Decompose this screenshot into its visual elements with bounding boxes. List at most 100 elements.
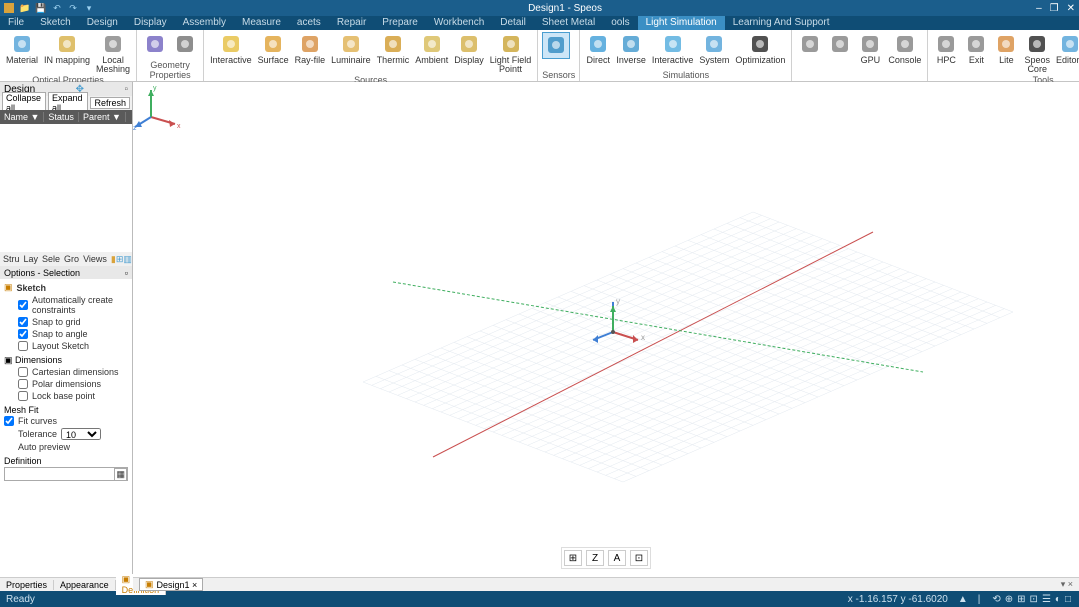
maximize-button[interactable]: ❐ bbox=[1050, 3, 1059, 14]
column-name[interactable]: Name ▼ bbox=[0, 112, 44, 122]
checkbox-polar[interactable] bbox=[18, 379, 28, 389]
ribbon-display-button[interactable]: Display bbox=[452, 32, 486, 66]
view-triad[interactable]: x y z bbox=[133, 82, 183, 132]
ribbon-console-button[interactable]: Console bbox=[886, 32, 923, 66]
document-tab[interactable]: ▣ Design1 × bbox=[139, 578, 203, 591]
menu-tab-learning-and-support[interactable]: Learning And Support bbox=[725, 16, 838, 30]
refresh-button[interactable]: Refresh bbox=[90, 97, 130, 109]
column-status[interactable]: Status bbox=[44, 112, 79, 122]
options-pin-icon[interactable]: ▫ bbox=[125, 268, 128, 278]
ribbon-geometry-button[interactable] bbox=[171, 32, 199, 57]
view-tab-sele[interactable]: Sele bbox=[42, 254, 60, 264]
column-parent[interactable]: Parent ▼ bbox=[79, 112, 126, 122]
open-icon[interactable]: 📁 bbox=[20, 3, 30, 13]
ribbon-geometry-button[interactable] bbox=[141, 32, 169, 57]
ribbon-inverse-button[interactable]: Inverse bbox=[614, 32, 648, 66]
menu-tab-assembly[interactable]: Assembly bbox=[175, 16, 234, 30]
ribbon-ambient-button[interactable]: Ambient bbox=[413, 32, 450, 66]
definition-browse-icon[interactable]: ▦ bbox=[114, 468, 127, 481]
dimensions-section[interactable]: ▣ Dimensions bbox=[4, 352, 128, 366]
menu-tab-prepare[interactable]: Prepare bbox=[374, 16, 426, 30]
tree-body[interactable] bbox=[0, 124, 132, 252]
minimize-button[interactable]: – bbox=[1036, 3, 1042, 14]
ribbon-optimization-button[interactable]: Optimization bbox=[733, 32, 787, 66]
menu-tab-sheet-metal[interactable]: Sheet Metal bbox=[534, 16, 603, 30]
view-mode-icons[interactable]: ▮⊞▥ bbox=[111, 254, 132, 265]
menu-tab-ools[interactable]: ools bbox=[603, 16, 637, 30]
view-tab-stru[interactable]: Stru bbox=[3, 254, 20, 264]
ribbon-hpc-button[interactable]: HPC bbox=[932, 32, 960, 66]
checkbox-cartesian[interactable] bbox=[18, 367, 28, 377]
view-tab-lay[interactable]: Lay bbox=[24, 254, 39, 264]
checkbox-snap_grid[interactable] bbox=[18, 317, 28, 327]
bottom-tab-properties[interactable]: Properties bbox=[0, 580, 54, 590]
ribbon-speos-button[interactable]: Speos Core bbox=[1022, 32, 1052, 75]
ribbon-local-button[interactable]: Local Meshing bbox=[94, 32, 132, 75]
qat-dropdown-icon[interactable]: ▾ bbox=[84, 3, 94, 13]
close-button[interactable]: ✕ bbox=[1067, 3, 1075, 14]
ribbon-surface-button[interactable]: Surface bbox=[256, 32, 291, 66]
ribbon-sensors-button[interactable] bbox=[542, 32, 570, 59]
ribbon-direct-button[interactable]: Direct bbox=[584, 32, 612, 66]
ribbon-interactive-button[interactable]: Interactive bbox=[208, 32, 254, 66]
view-control-button[interactable]: Z bbox=[586, 550, 604, 566]
checkbox-snap_angle[interactable] bbox=[18, 329, 28, 339]
menu-tab-detail[interactable]: Detail bbox=[492, 16, 534, 30]
ribbon-editors-button[interactable]: Editors bbox=[1054, 32, 1079, 66]
ribbon-lite-button[interactable]: Lite bbox=[992, 32, 1020, 66]
options-body: ▣Sketch Automatically create constraints… bbox=[0, 279, 132, 577]
status-icon[interactable]: ◐ bbox=[1055, 594, 1061, 605]
ribbon-luminaire-button[interactable]: Luminaire bbox=[329, 32, 373, 66]
menu-tab-file[interactable]: File bbox=[0, 16, 32, 30]
view-tab-views[interactable]: Views bbox=[83, 254, 107, 264]
menu-tab-measure[interactable]: Measure bbox=[234, 16, 289, 30]
ribbon-run-button[interactable] bbox=[826, 32, 854, 57]
status-icon[interactable]: □ bbox=[1065, 594, 1071, 605]
menu-tab-display[interactable]: Display bbox=[126, 16, 175, 30]
bottom-tab-appearance[interactable]: Appearance bbox=[54, 580, 116, 590]
status-icon[interactable]: ⟲ bbox=[992, 594, 1000, 605]
ribbon-light-field-button[interactable]: Light Field Pointt bbox=[488, 32, 534, 75]
status-icon[interactable]: ⊡ bbox=[1030, 594, 1038, 605]
status-icon[interactable]: ⊞ bbox=[1017, 594, 1025, 605]
sketch-section[interactable]: ▣Sketch bbox=[4, 281, 128, 294]
checkbox-layout_sketch[interactable] bbox=[18, 341, 28, 351]
checkbox-lock_base[interactable] bbox=[18, 391, 28, 401]
menu-tab-sketch[interactable]: Sketch bbox=[32, 16, 79, 30]
menu-tab-design[interactable]: Design bbox=[79, 16, 126, 30]
definition-input[interactable] bbox=[4, 467, 128, 481]
menu-tab-repair[interactable]: Repair bbox=[329, 16, 374, 30]
view-tab-gro[interactable]: Gro bbox=[64, 254, 79, 264]
menu-tab-light-simulation[interactable]: Light Simulation bbox=[638, 16, 725, 30]
ribbon-material-button[interactable]: Material bbox=[4, 32, 40, 66]
view-control-button[interactable]: A bbox=[608, 550, 626, 566]
ribbon-in-mapping-button[interactable]: IN mapping bbox=[42, 32, 92, 66]
checkbox-auto_constraints[interactable] bbox=[18, 300, 28, 310]
checkbox-fit_curves[interactable] bbox=[4, 416, 14, 426]
panel-close-icon[interactable]: ▫ bbox=[124, 84, 128, 95]
ribbon-ray-file-button[interactable]: Ray-file bbox=[293, 32, 328, 66]
ribbon-run-button[interactable] bbox=[796, 32, 824, 57]
light field-icon bbox=[500, 33, 522, 55]
view-control-button[interactable]: ⊡ bbox=[630, 550, 648, 566]
ribbon-thermic-button[interactable]: Thermic bbox=[375, 32, 412, 66]
scene-canvas[interactable]: x y bbox=[133, 82, 1079, 577]
display-icon bbox=[458, 33, 480, 55]
ribbon-gpu-button[interactable]: GPU bbox=[856, 32, 884, 66]
menu-tab-workbench[interactable]: Workbench bbox=[426, 16, 492, 30]
ribbon-exit-button[interactable]: Exit bbox=[962, 32, 990, 66]
menu-tab-acets[interactable]: acets bbox=[289, 16, 329, 30]
save-icon[interactable]: 💾 bbox=[36, 3, 46, 13]
undo-icon[interactable]: ↶ bbox=[52, 3, 62, 13]
status-icon[interactable]: ⊕ bbox=[1005, 594, 1013, 605]
ribbon-system-button[interactable]: System bbox=[697, 32, 731, 66]
tolerance-select[interactable]: 10 bbox=[61, 428, 101, 440]
redo-icon[interactable]: ↷ bbox=[68, 3, 78, 13]
status-icon[interactable]: ☰ bbox=[1042, 594, 1051, 605]
status-scale-icon[interactable]: ▲ bbox=[958, 594, 968, 605]
view-control-button[interactable]: ⊞ bbox=[564, 550, 582, 566]
geometry-icon bbox=[174, 33, 196, 55]
viewport[interactable]: x y x y z ⊞ZA⊡ ▣ Design1 × ▾ × bbox=[133, 82, 1079, 591]
ribbon-interactive-button[interactable]: Interactive bbox=[650, 32, 696, 66]
doc-tab-menu-icon[interactable]: ▾ × bbox=[1061, 579, 1073, 590]
